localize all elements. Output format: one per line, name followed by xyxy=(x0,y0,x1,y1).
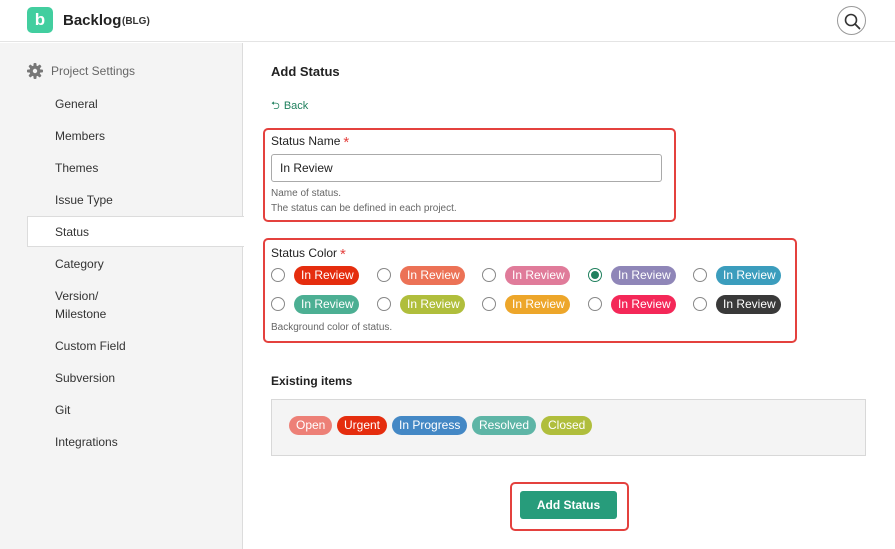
color-radio-2[interactable] xyxy=(377,268,391,282)
color-preview-pill[interactable]: In Review xyxy=(400,266,465,285)
search-button[interactable] xyxy=(837,6,866,35)
status-color-hint: Background color of status. xyxy=(271,322,393,333)
color-radio-7[interactable] xyxy=(377,297,391,311)
top-header: b Backlog (BLG) xyxy=(0,0,895,42)
color-radio-1[interactable] xyxy=(271,268,285,282)
status-tag-in-progress: In Progress xyxy=(392,416,468,435)
add-status-button[interactable]: Add Status xyxy=(520,491,617,519)
existing-items-title: Existing items xyxy=(271,374,353,388)
back-link[interactable]: ⮌ Back xyxy=(271,97,308,116)
color-radio-8[interactable] xyxy=(482,297,496,311)
sidebar-item-milestone[interactable]: Milestone xyxy=(55,305,106,323)
back-link-label: Back xyxy=(283,100,309,112)
color-preview-pill[interactable]: In Review xyxy=(716,295,781,314)
color-preview-pill[interactable]: In Review xyxy=(505,266,570,285)
sidebar-item-members[interactable]: Members xyxy=(55,127,105,145)
status-color-label-text: Status Color xyxy=(271,246,338,260)
color-radio-9[interactable] xyxy=(588,297,602,311)
color-radio-3[interactable] xyxy=(482,268,496,282)
project-key: (BLG) xyxy=(122,16,150,27)
page-title: Add Status xyxy=(271,64,340,79)
sidebar-item-integrations[interactable]: Integrations xyxy=(55,433,118,451)
settings-sidebar: Project Settings General Members Themes … xyxy=(0,43,244,549)
status-tag-resolved: Resolved xyxy=(472,416,537,435)
sidebar-item-custom-field[interactable]: Custom Field xyxy=(55,337,126,355)
status-name-label: Status Name * xyxy=(271,134,349,151)
backlog-logo[interactable]: b xyxy=(27,7,53,33)
sidebar-item-category[interactable]: Category xyxy=(55,255,104,273)
sidebar-item-issue-type[interactable]: Issue Type xyxy=(55,191,113,209)
color-radio-6[interactable] xyxy=(271,297,285,311)
sidebar-item-subversion[interactable]: Subversion xyxy=(55,369,115,387)
back-arrow-icon: ⮌ xyxy=(271,100,280,112)
color-radio-5[interactable] xyxy=(693,268,707,282)
status-color-label: Status Color * xyxy=(271,246,346,263)
sidebar-item-version[interactable]: Version/ xyxy=(55,287,98,305)
required-mark: * xyxy=(340,246,346,263)
sidebar-item-status[interactable]: Status xyxy=(55,223,89,241)
status-tag-open: Open xyxy=(289,416,333,435)
status-name-input[interactable] xyxy=(271,154,662,182)
status-tag-urgent: Urgent xyxy=(337,416,388,435)
color-preview-pill[interactable]: In Review xyxy=(294,295,359,314)
color-preview-pill[interactable]: In Review xyxy=(611,266,676,285)
color-preview-pill[interactable]: In Review xyxy=(611,295,676,314)
status-name-hint-2: The status can be defined in each projec… xyxy=(271,203,457,214)
status-tag-closed: Closed xyxy=(541,416,593,435)
color-radio-10[interactable] xyxy=(693,297,707,311)
sidebar-item-git[interactable]: Git xyxy=(55,401,70,419)
gear-icon xyxy=(27,63,43,79)
sidebar-item-themes[interactable]: Themes xyxy=(55,159,98,177)
sidebar-heading-label: Project Settings xyxy=(51,64,136,78)
color-preview-pill[interactable]: In Review xyxy=(505,295,570,314)
status-name-label-text: Status Name xyxy=(271,134,341,148)
app-name: Backlog xyxy=(63,12,122,29)
status-name-hint-1: Name of status. xyxy=(271,188,342,199)
color-preview-pill[interactable]: In Review xyxy=(400,295,465,314)
color-preview-pill[interactable]: In Review xyxy=(294,266,359,285)
required-mark: * xyxy=(343,134,350,151)
color-preview-pill[interactable]: In Review xyxy=(716,266,781,285)
sidebar-item-general[interactable]: General xyxy=(55,95,98,113)
search-icon xyxy=(844,13,861,30)
color-radio-4[interactable] xyxy=(588,268,602,282)
